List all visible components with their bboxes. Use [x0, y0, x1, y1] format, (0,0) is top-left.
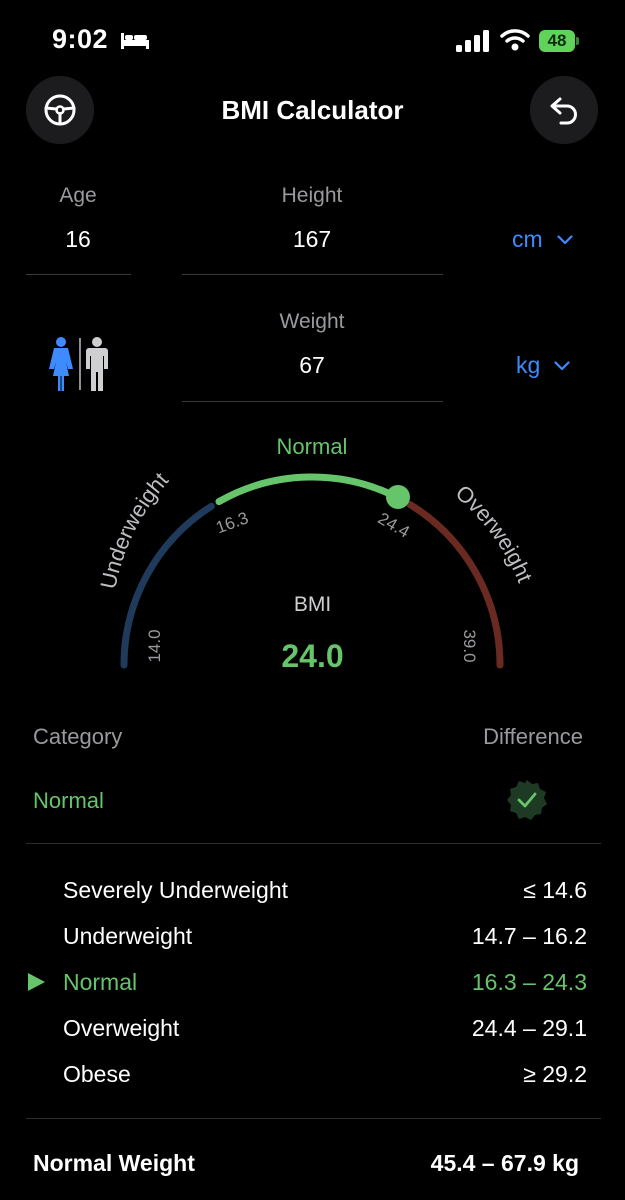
bmi-label: BMI [293, 593, 332, 616]
gauge-indicator [386, 485, 410, 509]
weight-divider [182, 401, 443, 402]
range-name: Underweight [63, 923, 193, 949]
normal-weight-value: 45.4 – 67.9 kg [430, 1150, 579, 1176]
height-label: Height [281, 184, 343, 207]
normal-weight-label: Normal Weight [33, 1150, 195, 1176]
range-row: Severely Underweight ≤ 14.6 [0, 877, 625, 917]
undo-arrow-icon [550, 97, 577, 125]
chevron-down-icon [554, 360, 570, 370]
signal-icon [456, 30, 489, 52]
gauge-label-overweight: Overweight [451, 480, 538, 586]
weight-label: Weight [279, 310, 345, 333]
checkmark-badge-icon [507, 780, 547, 820]
male-icon [86, 337, 108, 391]
battery-nub [576, 37, 579, 45]
range-name: Obese [63, 1061, 131, 1087]
gauge-label-underweight: Underweight [95, 467, 173, 591]
bed-icon [121, 33, 149, 49]
range-value: 16.3 – 24.3 [471, 969, 587, 995]
difference-heading: Difference [483, 724, 583, 749]
range-value: 24.4 – 29.1 [471, 1015, 587, 1041]
height-unit-select[interactable]: cm [512, 226, 573, 253]
ranges-divider [26, 1118, 601, 1119]
category-heading: Category [33, 724, 123, 749]
gender-selector[interactable] [48, 336, 110, 392]
range-row: Overweight 24.4 – 29.1 [0, 1015, 625, 1055]
gauge-arc-normal [215, 473, 402, 506]
chevron-down-icon [557, 234, 573, 244]
bmi-value: 24.0 [281, 638, 344, 674]
range-row: Underweight 14.7 – 16.2 [0, 923, 625, 963]
range-name: Overweight [63, 1015, 180, 1041]
range-value: ≤ 14.6 [523, 877, 587, 903]
height-input[interactable]: 167 [182, 226, 442, 253]
range-row-active: Normal 16.3 – 24.3 [0, 969, 625, 1009]
status-time: 9:02 [52, 24, 109, 54]
current-range-marker-icon [28, 973, 45, 991]
range-row: Obese ≥ 29.2 [0, 1061, 625, 1101]
wifi-icon [500, 29, 530, 51]
female-icon [49, 337, 73, 391]
age-divider [26, 274, 131, 275]
tick-low: 16.3 [213, 508, 251, 537]
gauge-label-normal: Normal [277, 434, 348, 459]
gender-divider [79, 338, 81, 390]
weight-unit-value: kg [516, 352, 541, 378]
category-value: Normal [33, 788, 104, 813]
age-label: Age [59, 184, 97, 207]
tick-high: 24.4 [375, 509, 413, 542]
height-unit-value: cm [512, 226, 543, 252]
undo-button[interactable] [530, 76, 598, 144]
range-value: 14.7 – 16.2 [471, 923, 587, 949]
range-value: ≥ 29.2 [523, 1061, 587, 1087]
weight-input[interactable]: 67 [182, 352, 442, 379]
range-name: Severely Underweight [63, 877, 289, 903]
battery-indicator: 48 [539, 30, 575, 52]
range-name: Normal [63, 969, 138, 995]
category-divider [26, 843, 601, 844]
age-input[interactable]: 16 [26, 226, 130, 253]
height-divider [182, 274, 443, 275]
weight-unit-select[interactable]: kg [516, 352, 570, 379]
